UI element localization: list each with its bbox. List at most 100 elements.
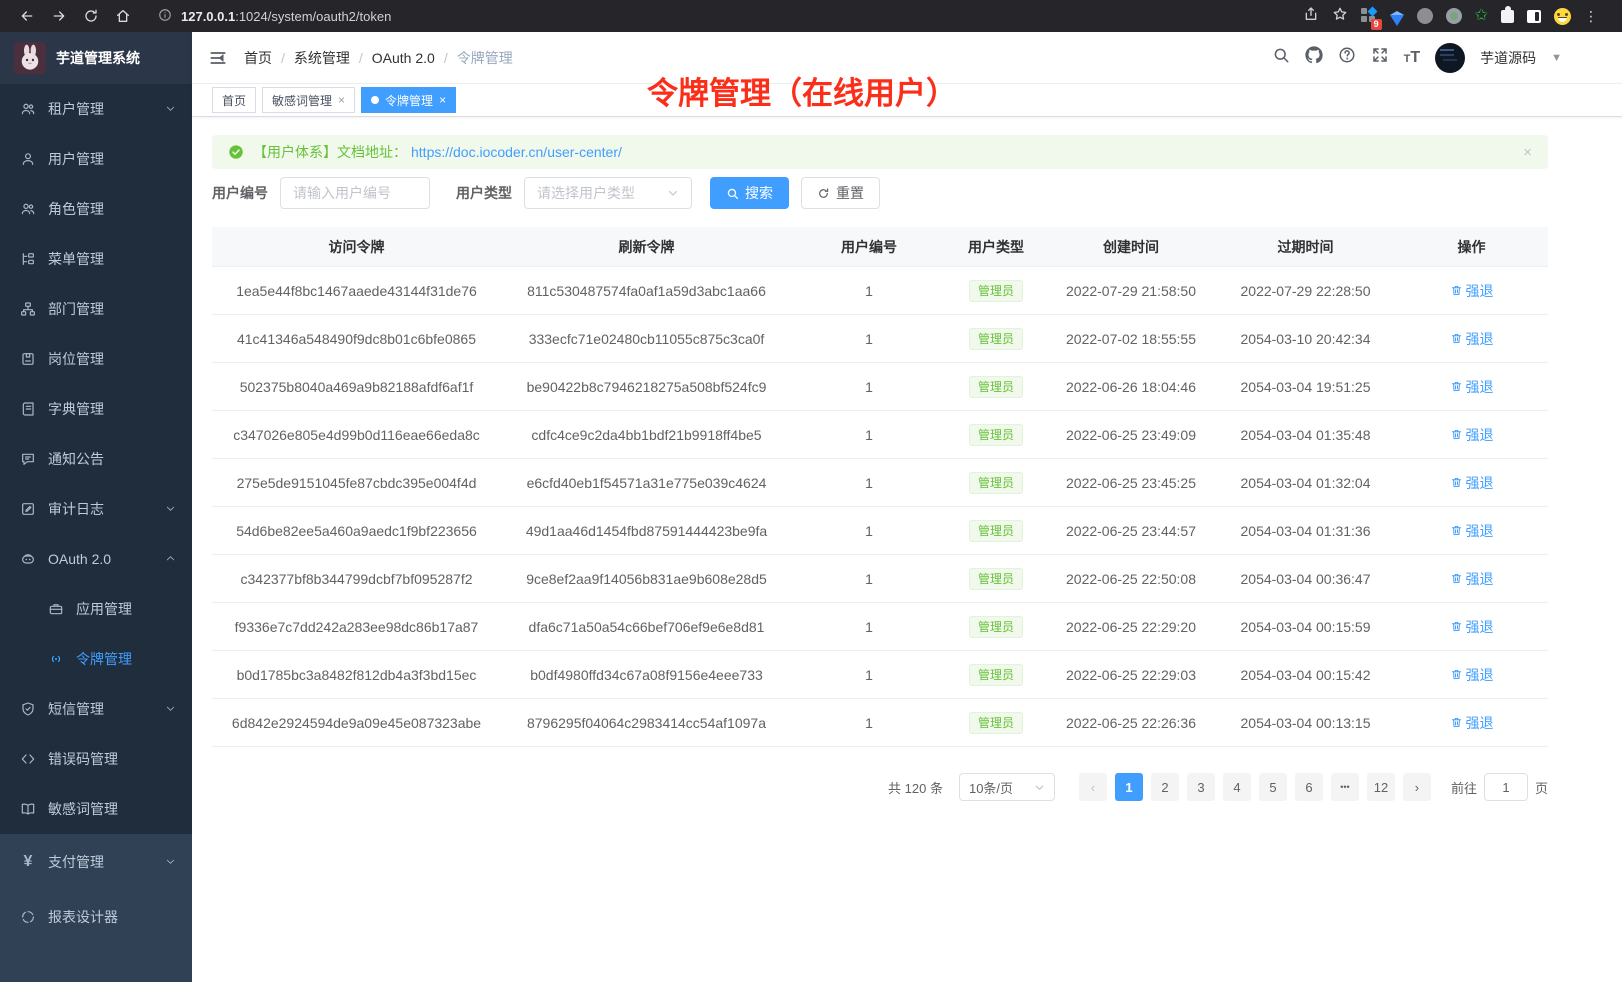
- sidebar-item-通知公告[interactable]: 通知公告: [0, 434, 192, 484]
- alert-close-icon[interactable]: ×: [1523, 144, 1532, 161]
- page-size-select[interactable]: 10条/页: [959, 773, 1055, 801]
- cell-actions: 强退: [1395, 377, 1548, 397]
- force-logout-button[interactable]: 强退: [1450, 377, 1494, 397]
- cell-expires: 2054-03-04 00:36:47: [1216, 571, 1395, 587]
- next-page-button[interactable]: ›: [1403, 773, 1431, 801]
- browser-menu-icon[interactable]: ⋮: [1584, 8, 1598, 25]
- browser-back-button[interactable]: [14, 3, 40, 29]
- sidebar-item-支付管理[interactable]: ¥支付管理: [0, 834, 192, 889]
- user-type-badge: 管理员: [969, 472, 1023, 494]
- profile-emoji-avatar[interactable]: [1554, 8, 1571, 25]
- force-logout-button[interactable]: 强退: [1450, 569, 1494, 589]
- page-button-3[interactable]: 3: [1187, 773, 1215, 801]
- extension-grid-icon[interactable]: 9: [1361, 8, 1377, 24]
- user-caret-down-icon[interactable]: ▼: [1551, 52, 1562, 64]
- github-icon[interactable]: [1305, 46, 1323, 69]
- sidebar-logo[interactable]: 芋道管理系统: [0, 32, 192, 84]
- reset-button[interactable]: 重置: [801, 177, 880, 209]
- sidebar-item-租户管理[interactable]: 租户管理: [0, 84, 192, 134]
- user-type-select[interactable]: 请选择用户类型: [524, 177, 692, 209]
- cell-access-token: 275e5de9151045fe87cbdc395e004f4d: [212, 475, 501, 491]
- sidebar-item-菜单管理[interactable]: 菜单管理: [0, 234, 192, 284]
- sidebar-item-部门管理[interactable]: 部门管理: [0, 284, 192, 334]
- page-button-12[interactable]: 12: [1367, 773, 1395, 801]
- fullscreen-icon[interactable]: [1371, 46, 1389, 69]
- tag-close-icon[interactable]: ×: [338, 93, 345, 107]
- share-icon[interactable]: [1303, 6, 1319, 27]
- sidebar-item-审计日志[interactable]: 审计日志: [0, 484, 192, 534]
- sidebar-item-应用管理[interactable]: 应用管理: [0, 584, 192, 634]
- breadcrumb-system[interactable]: 系统管理: [294, 48, 350, 68]
- sidebar-item-字典管理[interactable]: 字典管理: [0, 384, 192, 434]
- cell-actions: 强退: [1395, 665, 1548, 685]
- tenant-icon: [20, 101, 36, 117]
- bookmark-star-icon[interactable]: [1332, 6, 1348, 27]
- force-logout-button[interactable]: 强退: [1450, 329, 1494, 349]
- table-row: 502375b8040a469a9b82188afdf6af1fbe90422b…: [212, 363, 1548, 411]
- header-search-icon[interactable]: [1272, 46, 1290, 69]
- sidebar-item-用户管理[interactable]: 用户管理: [0, 134, 192, 184]
- force-logout-button[interactable]: 强退: [1450, 617, 1494, 637]
- extensions-puzzle-icon[interactable]: [1501, 10, 1514, 23]
- force-logout-button[interactable]: 强退: [1450, 665, 1494, 685]
- force-logout-button[interactable]: 强退: [1450, 425, 1494, 445]
- tag-close-icon[interactable]: ×: [439, 93, 446, 107]
- success-check-icon: [228, 144, 244, 160]
- green-star-extension-icon[interactable]: ✩: [1475, 8, 1488, 24]
- sidebar-item-岗位管理[interactable]: 岗位管理: [0, 334, 192, 384]
- browser-forward-button[interactable]: [46, 3, 72, 29]
- sidebar-item-报表设计器[interactable]: 报表设计器: [0, 889, 192, 944]
- sidebar-item-OAuth 2.0[interactable]: OAuth 2.0: [0, 534, 192, 584]
- split-window-icon[interactable]: [1527, 10, 1541, 23]
- annotation-overlay-text: 令牌管理（在线用户）: [647, 68, 957, 113]
- pagination-total: 共 120 条: [888, 778, 943, 797]
- alert-doc-link[interactable]: https://doc.iocoder.cn/user-center/: [411, 144, 622, 160]
- page-button-5[interactable]: 5: [1259, 773, 1287, 801]
- page-button-1[interactable]: 1: [1115, 773, 1143, 801]
- address-bar[interactable]: 127.0.0.1:1024/system/oauth2/token: [142, 8, 1297, 25]
- gray-extension-icon[interactable]: [1417, 8, 1433, 24]
- page-more-button[interactable]: •••: [1331, 773, 1359, 801]
- cell-user-id: 1: [792, 523, 946, 539]
- logo-rabbit-image: [14, 42, 46, 74]
- collapse-sidebar-icon[interactable]: [208, 48, 228, 68]
- extension-badge: 9: [1371, 19, 1382, 30]
- breadcrumb-home[interactable]: 首页: [244, 48, 272, 68]
- jump-page-input[interactable]: [1484, 773, 1528, 801]
- tag-敏感词管理[interactable]: 敏感词管理×: [262, 87, 355, 113]
- force-logout-button[interactable]: 强退: [1450, 281, 1494, 301]
- user-id-input[interactable]: [280, 177, 430, 209]
- breadcrumb-oauth[interactable]: OAuth 2.0: [372, 50, 435, 66]
- page-button-6[interactable]: 6: [1295, 773, 1323, 801]
- tag-首页[interactable]: 首页: [212, 87, 256, 113]
- force-logout-button[interactable]: 强退: [1450, 713, 1494, 733]
- help-icon[interactable]: [1338, 46, 1356, 69]
- user-avatar[interactable]: [1435, 43, 1465, 73]
- search-button[interactable]: 搜索: [710, 177, 789, 209]
- page-button-2[interactable]: 2: [1151, 773, 1179, 801]
- sidebar-item-令牌管理[interactable]: 令牌管理: [0, 634, 192, 684]
- sidebar-item-label: 报表设计器: [48, 907, 118, 927]
- cell-user-type: 管理员: [946, 616, 1046, 638]
- sidebar-item-短信管理[interactable]: 短信管理: [0, 684, 192, 734]
- user-name[interactable]: 芋道源码: [1480, 48, 1536, 68]
- browser-home-button[interactable]: [110, 3, 136, 29]
- prev-page-button[interactable]: ‹: [1079, 773, 1107, 801]
- gem-extension-icon[interactable]: [1390, 15, 1404, 26]
- page-button-4[interactable]: 4: [1223, 773, 1251, 801]
- chevron-up-icon: [165, 551, 176, 567]
- recorder-extension-icon[interactable]: [1446, 8, 1462, 24]
- force-logout-button[interactable]: 强退: [1450, 521, 1494, 541]
- cell-refresh-token: 333ecfc71e02480cb11055c875c3ca0f: [501, 331, 792, 347]
- table-body: 1ea5e44f8bc1467aaede43144f31de76811c5304…: [212, 267, 1548, 747]
- force-logout-button[interactable]: 强退: [1450, 473, 1494, 493]
- sidebar-item-敏感词管理[interactable]: 敏感词管理: [0, 784, 192, 834]
- browser-reload-button[interactable]: [78, 3, 104, 29]
- cell-access-token: 1ea5e44f8bc1467aaede43144f31de76: [212, 283, 501, 299]
- sidebar-item-错误码管理[interactable]: 错误码管理: [0, 734, 192, 784]
- tag-令牌管理[interactable]: 令牌管理×: [361, 87, 456, 113]
- page-info-icon[interactable]: [158, 8, 172, 25]
- sidebar-item-角色管理[interactable]: 角色管理: [0, 184, 192, 234]
- cell-created: 2022-06-25 22:29:20: [1046, 619, 1216, 635]
- font-size-icon[interactable]: TT: [1404, 49, 1421, 67]
